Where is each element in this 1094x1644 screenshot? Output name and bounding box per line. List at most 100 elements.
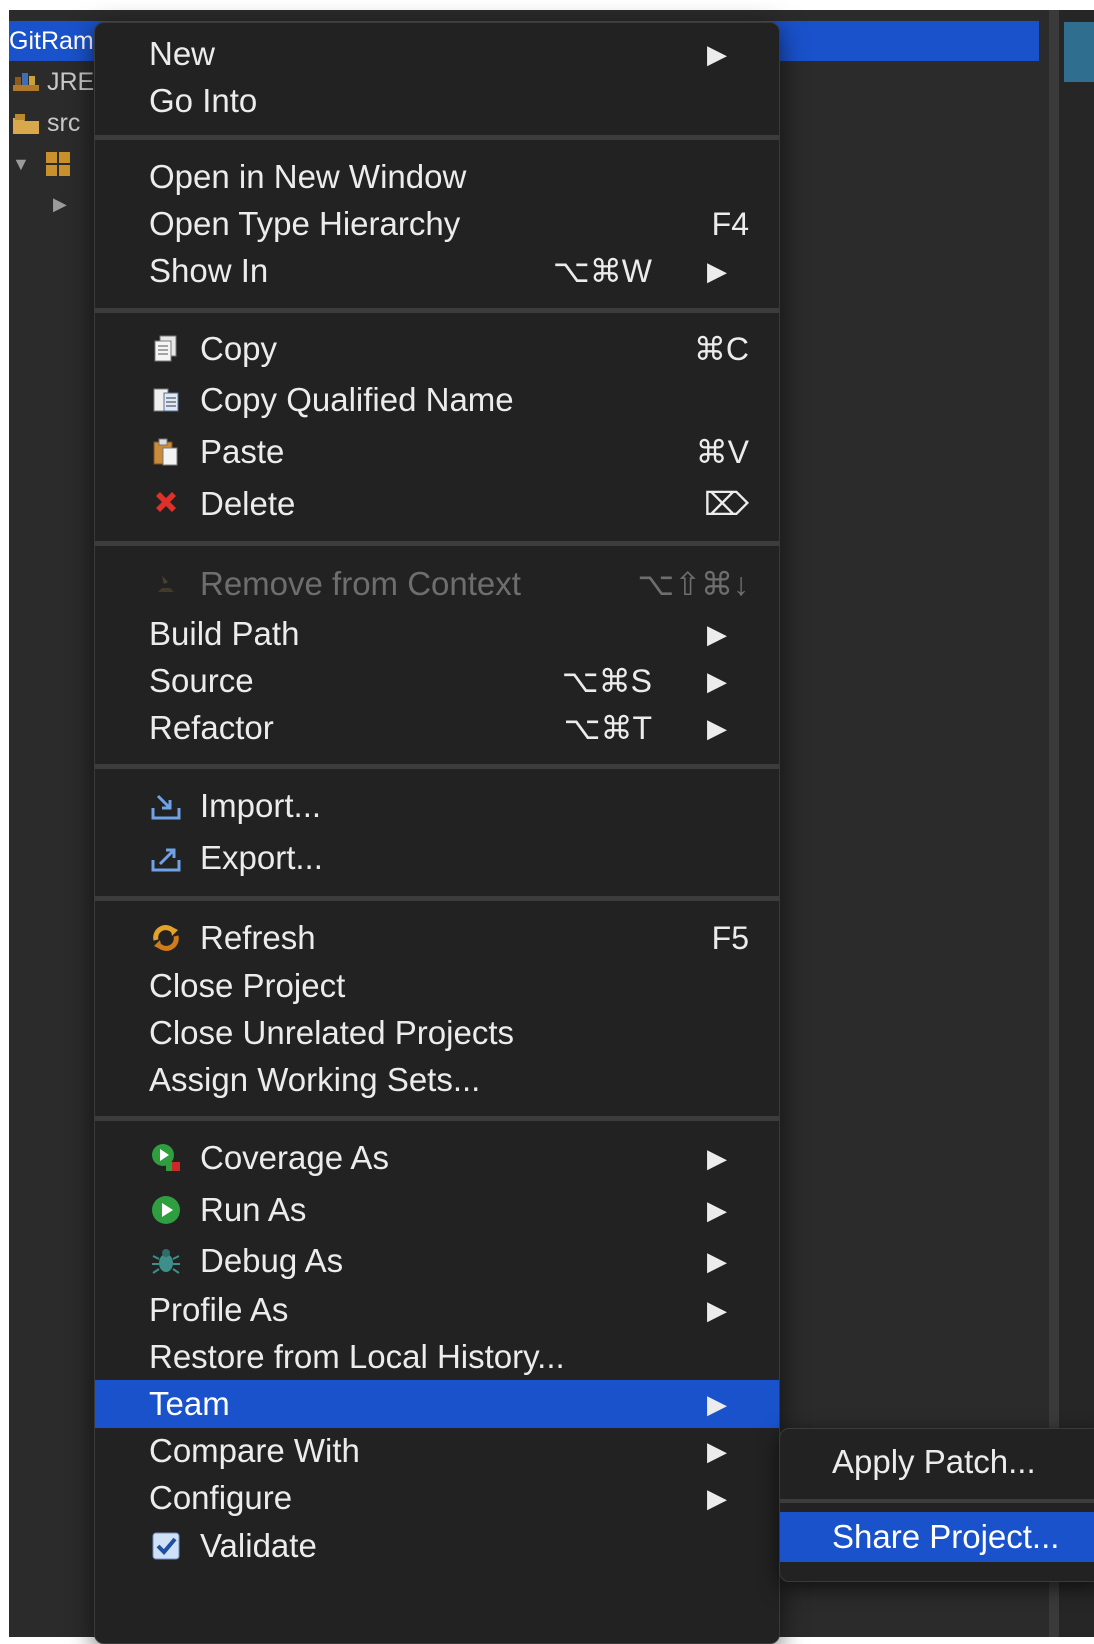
menu-item-import[interactable]: Import... xyxy=(95,782,779,830)
menu-item-shortcut: ⌘V xyxy=(695,434,749,470)
menu-item-label: Go Into xyxy=(149,82,258,119)
menu-item-team[interactable]: Team ▶ xyxy=(95,1380,779,1428)
menu-item-label: Compare With xyxy=(149,1432,360,1469)
menu-item-coverage-as[interactable]: Coverage As ▶ xyxy=(95,1134,779,1182)
menu-item-open-type-hierarchy[interactable]: Open Type Hierarchy F4 xyxy=(95,200,779,248)
menu-item-new[interactable]: New ▶ xyxy=(95,30,779,78)
menu-separator xyxy=(780,1499,1094,1503)
run-icon xyxy=(150,1194,182,1226)
menu-item-copy[interactable]: Copy ⌘C xyxy=(95,325,779,373)
menu-item-label: Validate xyxy=(200,1527,317,1564)
menu-item-label: Delete xyxy=(200,485,296,522)
menu-item-validate[interactable]: Validate xyxy=(95,1522,779,1570)
menu-item-build-path[interactable]: Build Path ▶ xyxy=(95,610,779,658)
menu-item-close-project[interactable]: Close Project xyxy=(95,962,779,1010)
menu-item-shortcut: ⌥⌘W xyxy=(552,253,652,289)
menu-item-source[interactable]: Source ⌥⌘S ▶ xyxy=(95,657,779,705)
submenu-arrow-icon: ▶ xyxy=(707,1195,727,1225)
menu-separator xyxy=(95,541,779,546)
menu-item-share-project[interactable]: Share Project... xyxy=(780,1512,1094,1562)
menu-item-restore-from-local-history[interactable]: Restore from Local History... xyxy=(95,1333,779,1381)
menu-item-shortcut: ⌥⇧⌘↓ xyxy=(637,566,749,602)
project-name[interactable]: GitRam xyxy=(9,22,94,60)
scrollbar-track[interactable] xyxy=(1049,10,1059,1637)
menu-item-shortcut: ⌥⌘S xyxy=(561,663,652,699)
menu-item-label: Copy xyxy=(200,330,278,367)
menu-separator xyxy=(95,308,779,313)
import-icon xyxy=(150,790,182,822)
menu-item-shortcut: ⌥⌘T xyxy=(563,710,652,746)
menu-item-label: Close Project xyxy=(149,967,346,1004)
expanded-chevron-icon[interactable]: ▼ xyxy=(12,154,30,175)
coverage-icon xyxy=(150,1142,182,1174)
submenu-arrow-icon: ▶ xyxy=(707,713,727,743)
menu-item-shortcut: F4 xyxy=(711,206,749,242)
menu-item-label: Refresh xyxy=(200,919,316,956)
remove-context-icon xyxy=(150,568,182,600)
menu-item-run-as[interactable]: Run As ▶ xyxy=(95,1186,779,1234)
menu-item-go-into[interactable]: Go Into xyxy=(95,77,779,125)
tree-item-package[interactable]: ▼ xyxy=(9,144,78,184)
menu-item-debug-as[interactable]: Debug As ▶ xyxy=(95,1237,779,1285)
menu-item-close-unrelated-projects[interactable]: Close Unrelated Projects xyxy=(95,1009,779,1057)
menu-item-label: Open in New Window xyxy=(149,158,467,195)
submenu-arrow-icon: ▶ xyxy=(707,1389,727,1419)
tree-item-src[interactable]: src xyxy=(9,103,80,143)
submenu-arrow-icon: ▶ xyxy=(707,1295,727,1325)
menu-item-label: Coverage As xyxy=(200,1139,389,1176)
menu-item-profile-as[interactable]: Profile As ▶ xyxy=(95,1286,779,1334)
menu-item-export[interactable]: Export... xyxy=(95,834,779,882)
delete-icon xyxy=(150,488,182,520)
tree-item-jre[interactable]: JRE xyxy=(9,62,94,102)
menu-item-label: Import... xyxy=(200,787,322,824)
menu-item-label: Show In xyxy=(149,252,269,289)
menu-item-refresh[interactable]: Refresh F5 xyxy=(95,914,779,962)
menu-item-shortcut: F5 xyxy=(711,920,749,956)
menu-item-paste[interactable]: Paste ⌘V xyxy=(95,428,779,476)
menu-item-label: Paste xyxy=(200,433,285,470)
menu-item-label: Team xyxy=(149,1385,230,1422)
menu-separator xyxy=(95,764,779,769)
menu-item-label: Debug As xyxy=(200,1242,344,1279)
menu-item-compare-with[interactable]: Compare With ▶ xyxy=(95,1427,779,1475)
paste-icon xyxy=(150,436,182,468)
menu-item-shortcut: ⌦ xyxy=(703,486,749,522)
submenu-arrow-icon: ▶ xyxy=(707,619,727,649)
menu-item-apply-patch[interactable]: Apply Patch... xyxy=(780,1437,1094,1487)
submenu-arrow-icon: ▶ xyxy=(707,1436,727,1466)
menu-separator xyxy=(95,135,779,140)
menu-item-label: Restore from Local History... xyxy=(149,1338,565,1375)
menu-item-assign-working-sets[interactable]: Assign Working Sets... xyxy=(95,1056,779,1104)
menu-item-label: Assign Working Sets... xyxy=(149,1061,481,1098)
menu-item-configure[interactable]: Configure ▶ xyxy=(95,1474,779,1522)
menu-item-label: Open Type Hierarchy xyxy=(149,205,461,242)
copy-qualified-name-icon xyxy=(150,384,182,416)
menu-item-copy-qualified-name[interactable]: Copy Qualified Name xyxy=(95,376,779,424)
export-icon xyxy=(150,842,182,874)
menu-item-label: Source xyxy=(149,662,254,699)
menu-item-remove-from-context: Remove from Context ⌥⇧⌘↓ xyxy=(95,560,779,608)
menu-item-label: Remove from Context xyxy=(200,565,521,602)
menu-item-show-in[interactable]: Show In ⌥⌘W ▶ xyxy=(95,247,779,295)
submenu-arrow-icon: ▶ xyxy=(707,39,727,69)
menu-item-refactor[interactable]: Refactor ⌥⌘T ▶ xyxy=(95,704,779,752)
tree-item-label: src xyxy=(47,108,81,137)
menu-item-label: Configure xyxy=(149,1479,293,1516)
menu-item-label: Run As xyxy=(200,1191,307,1228)
tree-item-label: JRE xyxy=(47,67,95,96)
menu-item-label: Close Unrelated Projects xyxy=(149,1014,514,1051)
refresh-icon xyxy=(150,922,182,954)
menu-item-label: Copy Qualified Name xyxy=(200,381,514,418)
menu-item-open-in-new-window[interactable]: Open in New Window xyxy=(95,153,779,201)
tree-item-collapsed[interactable]: ▶ xyxy=(9,184,67,224)
menu-item-label: Apply Patch... xyxy=(832,1443,1036,1480)
menu-item-label: Profile As xyxy=(149,1291,289,1328)
menu-item-delete[interactable]: Delete ⌦ xyxy=(95,480,779,528)
context-menu: New ▶ Go Into Open in New Window Open Type H… xyxy=(94,22,780,1644)
collapsed-chevron-icon[interactable]: ▶ xyxy=(53,194,67,215)
menu-item-label: Build Path xyxy=(149,615,300,652)
submenu-arrow-icon: ▶ xyxy=(707,1246,727,1276)
submenu-arrow-icon: ▶ xyxy=(707,1483,727,1513)
side-panel-tab[interactable] xyxy=(1064,22,1094,82)
validate-check-icon xyxy=(150,1530,182,1562)
